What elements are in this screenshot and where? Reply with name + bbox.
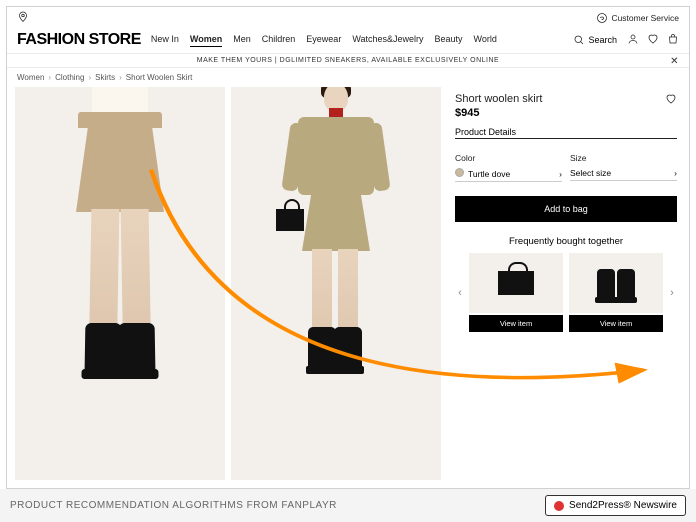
- nav-item-children[interactable]: Children: [262, 34, 296, 47]
- add-to-bag-button[interactable]: Add to bag: [455, 196, 677, 222]
- wishlist-icon[interactable]: [647, 33, 659, 47]
- caption-bar: PRODUCT RECOMMENDATION ALGORITHMS FROM F…: [0, 489, 696, 522]
- color-value: Turtle dove: [468, 169, 510, 179]
- product-price: $945: [455, 107, 542, 119]
- fbt-next-icon[interactable]: ›: [667, 287, 677, 299]
- product-title: Short woolen skirt: [455, 93, 542, 105]
- product-details-link[interactable]: Product Details: [455, 127, 677, 139]
- color-swatch-icon: [455, 168, 464, 177]
- product-content: Short woolen skirt $945 Product Details …: [7, 87, 689, 488]
- fbt-item-boots: View item: [569, 253, 663, 332]
- main-header: FASHION STORE New In Women Men Children Eyew…: [7, 29, 689, 54]
- nav-item-eyewear[interactable]: Eyewear: [306, 34, 341, 47]
- frequently-bought-together: Frequently bought together ‹ View item Vi…: [455, 236, 677, 332]
- size-label: Size: [570, 153, 677, 163]
- nav-item-beauty[interactable]: Beauty: [435, 34, 463, 47]
- chevron-right-icon: ›: [48, 73, 51, 82]
- breadcrumb-item: Short Woolen Skirt: [126, 73, 193, 82]
- store-logo[interactable]: FASHION STORE: [17, 31, 141, 49]
- product-image-1[interactable]: [15, 87, 225, 480]
- bag-icon[interactable]: [667, 33, 679, 47]
- promo-banner: MAKE THEM YOURS | DGLIMITED SNEAKERS, AV…: [7, 54, 689, 68]
- main-nav: New In Women Men Children Eyewear Watches&Jew…: [151, 34, 497, 47]
- fbt-item-handbag: View item: [469, 253, 563, 332]
- breadcrumb-item[interactable]: Skirts: [95, 73, 115, 82]
- fbt-title: Frequently bought together: [455, 236, 677, 247]
- size-value: Select size: [570, 168, 611, 178]
- product-info-panel: Short woolen skirt $945 Product Details …: [447, 87, 681, 480]
- nav-item-watches-jewelry[interactable]: Watches&Jewelry: [352, 34, 423, 47]
- nav-item-world[interactable]: World: [474, 34, 497, 47]
- customer-service-link[interactable]: Customer Service: [596, 12, 679, 24]
- fbt-image-handbag[interactable]: [469, 253, 563, 313]
- chevron-right-icon: ›: [559, 169, 562, 179]
- breadcrumb-item[interactable]: Women: [17, 73, 44, 82]
- close-icon[interactable]: ✕: [670, 56, 679, 67]
- wishlist-heart-icon[interactable]: [665, 93, 677, 107]
- chevron-right-icon: ›: [119, 73, 122, 82]
- nav-item-men[interactable]: Men: [233, 34, 251, 47]
- fbt-prev-icon[interactable]: ‹: [455, 287, 465, 299]
- breadcrumb-item[interactable]: Clothing: [55, 73, 84, 82]
- newswire-button[interactable]: Send2Press® Newswire: [545, 495, 686, 516]
- fbt-image-boots[interactable]: [569, 253, 663, 313]
- search-label: Search: [588, 35, 617, 45]
- size-selector[interactable]: Size Select size ›: [570, 153, 677, 182]
- nav-item-women[interactable]: Women: [190, 34, 222, 47]
- chevron-right-icon: ›: [88, 73, 91, 82]
- color-label: Color: [455, 153, 562, 163]
- account-icon[interactable]: [627, 33, 639, 47]
- search-button[interactable]: Search: [573, 34, 617, 46]
- view-item-button[interactable]: View item: [469, 315, 563, 332]
- utility-bar: Customer Service: [7, 7, 689, 29]
- newswire-label: Send2Press® Newswire: [569, 500, 677, 511]
- nav-item-new-in[interactable]: New In: [151, 34, 179, 47]
- search-icon: [573, 34, 585, 46]
- newswire-dot-icon: [554, 501, 564, 511]
- promo-text: MAKE THEM YOURS | DGLIMITED SNEAKERS, AV…: [197, 57, 499, 64]
- view-item-button[interactable]: View item: [569, 315, 663, 332]
- breadcrumb: Women › Clothing › Skirts › Short Woolen Skirt: [7, 68, 689, 87]
- caption-text: PRODUCT RECOMMENDATION ALGORITHMS FROM F…: [10, 500, 337, 511]
- ecommerce-screenshot: Customer Service FASHION STORE New In Wom…: [6, 6, 690, 489]
- location-icon[interactable]: [17, 11, 29, 25]
- product-image-2[interactable]: [231, 87, 441, 480]
- customer-service-label: Customer Service: [611, 13, 679, 23]
- color-selector[interactable]: Color Turtle dove ›: [455, 153, 562, 182]
- chevron-right-icon: ›: [674, 168, 677, 178]
